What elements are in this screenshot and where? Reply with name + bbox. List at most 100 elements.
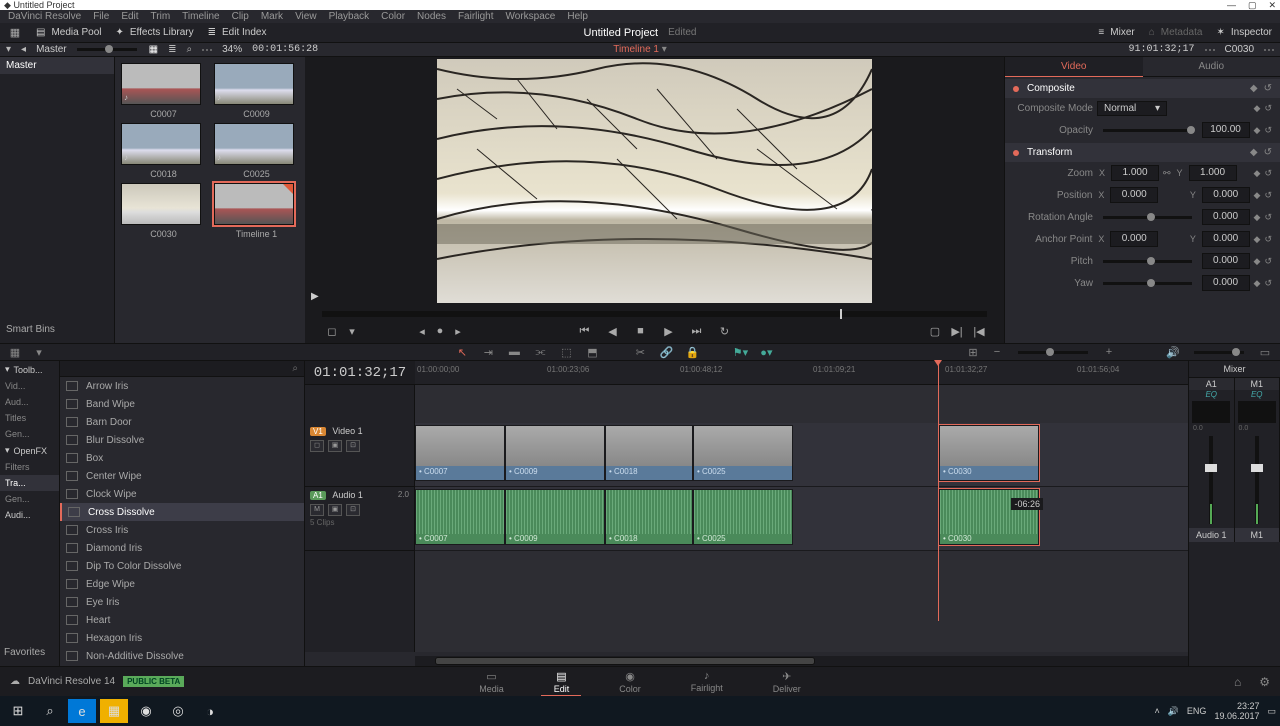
timeline-zoom-slider[interactable] — [1018, 351, 1088, 354]
zoom-out-icon[interactable]: − — [990, 346, 1004, 358]
bin-view-icon[interactable]: ▾ — [6, 44, 11, 55]
menu-item[interactable]: Workspace — [506, 11, 556, 22]
prev-edit-icon[interactable]: ◂ — [415, 324, 429, 338]
position-y[interactable]: 0.000 — [1202, 187, 1250, 203]
rotation-value[interactable]: 0.000 — [1202, 209, 1250, 225]
reset-icon[interactable]: ↺ — [1264, 103, 1272, 114]
reset-icon[interactable]: ↺ — [1264, 278, 1272, 289]
taskbar-app[interactable]: e — [68, 699, 96, 723]
stop-button[interactable]: ■ — [634, 324, 648, 338]
category-header[interactable]: ▾Toolb... — [0, 361, 59, 378]
pan-control[interactable] — [1192, 401, 1230, 423]
page-color[interactable]: ◉Color — [619, 670, 641, 694]
chevron-down-icon[interactable]: ▾ — [32, 346, 46, 358]
reset-icon[interactable]: ↺ — [1264, 234, 1272, 245]
inspector-more-icon[interactable] — [1264, 49, 1274, 51]
keyframe-icon[interactable]: ◆ — [1254, 190, 1261, 201]
section-composite[interactable]: Composite ◆↺ — [1005, 79, 1280, 98]
audio-clip[interactable]: • C0009 — [505, 489, 605, 545]
effect-item[interactable]: Diamond Iris — [60, 539, 304, 557]
razor-icon[interactable]: ✂ — [633, 346, 647, 358]
pan-control[interactable] — [1238, 401, 1276, 423]
taskbar-resolve[interactable]: ◑ — [196, 699, 224, 723]
effect-item[interactable]: Clock Wipe — [60, 485, 304, 503]
start-button[interactable]: ⊞ — [4, 699, 32, 723]
reset-icon[interactable]: ↺ — [1264, 147, 1272, 158]
menu-item[interactable]: File — [93, 11, 109, 22]
play-button[interactable]: ▶ — [662, 324, 676, 338]
category-item[interactable]: Filters — [0, 459, 59, 475]
keyframe-icon[interactable]: ◆ — [1254, 103, 1261, 114]
menu-item[interactable]: Help — [567, 11, 588, 22]
match-frame-icon[interactable]: ▢ — [928, 324, 942, 338]
link-icon[interactable]: ⚯ — [1163, 168, 1171, 179]
channel-fader[interactable] — [1255, 436, 1259, 524]
effects-search[interactable]: ⌕ — [60, 361, 304, 377]
timeline-ruler[interactable]: 01:00:00;00 01:00:23;06 01:00:48;12 01:0… — [415, 361, 1188, 384]
section-enable-icon[interactable] — [1013, 86, 1019, 92]
zoom-in-icon[interactable]: + — [1102, 346, 1116, 358]
video-clip[interactable]: • C0009 — [505, 425, 605, 481]
anchor-x[interactable]: 0.000 — [1110, 231, 1158, 247]
blade-tool[interactable]: ▬ — [507, 346, 521, 358]
eq-label[interactable]: EQ — [1189, 390, 1234, 399]
effect-item[interactable]: Cross Dissolve — [60, 503, 304, 521]
clip-thumb[interactable]: ♪C0025 — [214, 123, 299, 179]
category-item[interactable]: Gen... — [0, 491, 59, 507]
link-icon[interactable]: 🔗 — [659, 346, 673, 358]
zoom-y[interactable]: 1.000 — [1189, 165, 1237, 181]
page-media[interactable]: ▭Media — [479, 670, 504, 694]
metadata-toggle[interactable]: ⌂ Metadata — [1149, 27, 1203, 38]
tab-audio[interactable]: Audio — [1143, 57, 1280, 77]
menu-item[interactable]: DaVinci Resolve — [8, 11, 81, 22]
opacity-value[interactable]: 100.00 — [1202, 122, 1250, 138]
viewer-source-name[interactable]: Timeline 1 ▾ — [613, 44, 667, 55]
clip-thumb[interactable]: ♪C0030 — [121, 183, 206, 239]
chevron-left-icon[interactable]: ◂ — [21, 44, 26, 55]
search-icon[interactable]: ⌕ — [186, 44, 192, 55]
tray-chevron-icon[interactable]: ˄ — [1154, 706, 1159, 716]
opacity-slider[interactable] — [1103, 129, 1192, 132]
loop-button[interactable]: ↻ — [718, 324, 732, 338]
marker-icon[interactable]: ●▾ — [759, 346, 773, 358]
home-icon[interactable]: ⌂ — [1234, 675, 1241, 689]
effect-item[interactable]: Heart — [60, 611, 304, 629]
video-clip[interactable]: • C0007 — [415, 425, 505, 481]
video-clip[interactable]: • C0025 — [693, 425, 793, 481]
effect-item[interactable]: Non-Additive Dissolve — [60, 647, 304, 665]
next-clip-icon[interactable]: ▶| — [950, 324, 964, 338]
more-icon[interactable] — [202, 49, 212, 51]
reset-icon[interactable]: ↺ — [1264, 125, 1272, 136]
last-frame-button[interactable]: ⏭ — [690, 324, 704, 338]
keyframe-icon[interactable]: ◆ — [1254, 256, 1261, 267]
clip-thumb[interactable]: ♪C0018 — [121, 123, 206, 179]
tray-clock[interactable]: 23:27 19.06.2017 — [1214, 701, 1259, 721]
effect-item[interactable]: Dip To Color Dissolve — [60, 557, 304, 575]
track-mute-button[interactable]: M — [310, 504, 324, 516]
replace-tool[interactable]: ⬒ — [585, 346, 599, 358]
category-item[interactable]: Tra... — [0, 475, 59, 491]
pitch-value[interactable]: 0.000 — [1202, 253, 1250, 269]
effect-item[interactable]: Box — [60, 449, 304, 467]
menu-item[interactable]: View — [295, 11, 317, 22]
category-item[interactable]: Audi... — [0, 507, 59, 523]
effects-library-toggle[interactable]: ✦ Effects Library — [115, 27, 193, 38]
page-deliver[interactable]: ✈Deliver — [773, 670, 801, 694]
timeline-lanes[interactable]: • C0007• C0007• C0009• C0009• C0018• C00… — [415, 385, 1188, 652]
search-icon[interactable]: ⌕ — [36, 699, 64, 723]
page-fairlight[interactable]: ♪Fairlight — [691, 670, 723, 693]
list-view-icon[interactable]: ≣ — [168, 44, 176, 55]
thumb-size-slider[interactable] — [77, 48, 137, 51]
close-button[interactable]: ✕ — [1268, 0, 1276, 11]
mixer-toggle[interactable]: ≡ Mixer — [1098, 27, 1134, 38]
snap-icon[interactable]: ⊞ — [966, 346, 980, 358]
keyframe-icon[interactable]: ◆ — [1254, 234, 1261, 245]
minimize-button[interactable]: — — [1227, 0, 1236, 11]
timeline-scrollbar[interactable] — [415, 656, 1188, 666]
effect-item[interactable]: Eye Iris — [60, 593, 304, 611]
effect-item[interactable]: Band Wipe — [60, 395, 304, 413]
track-enable-button[interactable]: ▣ — [328, 504, 342, 516]
first-frame-button[interactable]: ⏮ — [578, 324, 592, 338]
viewer-canvas[interactable] — [437, 59, 872, 303]
menu-item[interactable]: Clip — [232, 11, 249, 22]
